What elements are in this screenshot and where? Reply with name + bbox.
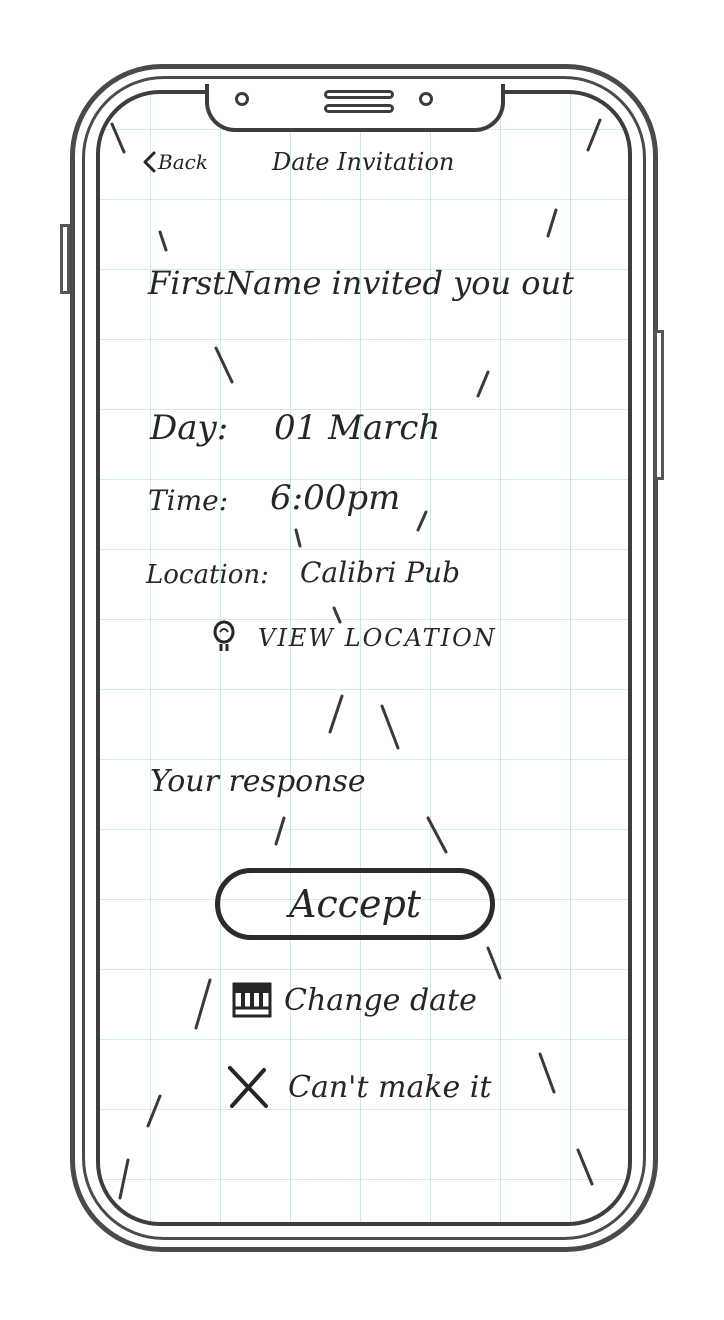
lightbulb-icon	[213, 620, 235, 651]
time-label: Time:	[148, 484, 229, 517]
response-heading: Your response	[150, 764, 366, 799]
accept-label: Accept	[288, 882, 422, 926]
back-label: Back	[158, 150, 208, 174]
change-date-button[interactable]: Change date	[232, 980, 477, 1020]
accept-button[interactable]: Accept	[215, 868, 495, 940]
cant-make-it-label: Can't make it	[288, 1069, 492, 1105]
view-location-label: VIEW LOCATION	[258, 624, 497, 652]
time-value: 6:00pm	[270, 478, 401, 518]
chevron-left-icon	[143, 151, 156, 173]
day-value: 01 March	[274, 408, 441, 448]
invite-headline: FirstName invited you out	[148, 264, 575, 302]
back-button[interactable]: Back	[142, 150, 208, 174]
day-label: Day:	[150, 408, 229, 448]
close-icon	[228, 1066, 268, 1108]
cant-make-it-button[interactable]: Can't make it	[226, 1064, 491, 1110]
location-value: Calibri Pub	[300, 556, 460, 589]
change-date-label: Change date	[284, 982, 477, 1018]
view-location-link[interactable]: VIEW LOCATION	[212, 620, 497, 656]
page-title: Date Invitation	[272, 148, 455, 176]
sketch-emphasis-lines	[110, 118, 602, 1200]
location-label: Location:	[146, 560, 269, 590]
calendar-icon	[232, 982, 272, 1018]
